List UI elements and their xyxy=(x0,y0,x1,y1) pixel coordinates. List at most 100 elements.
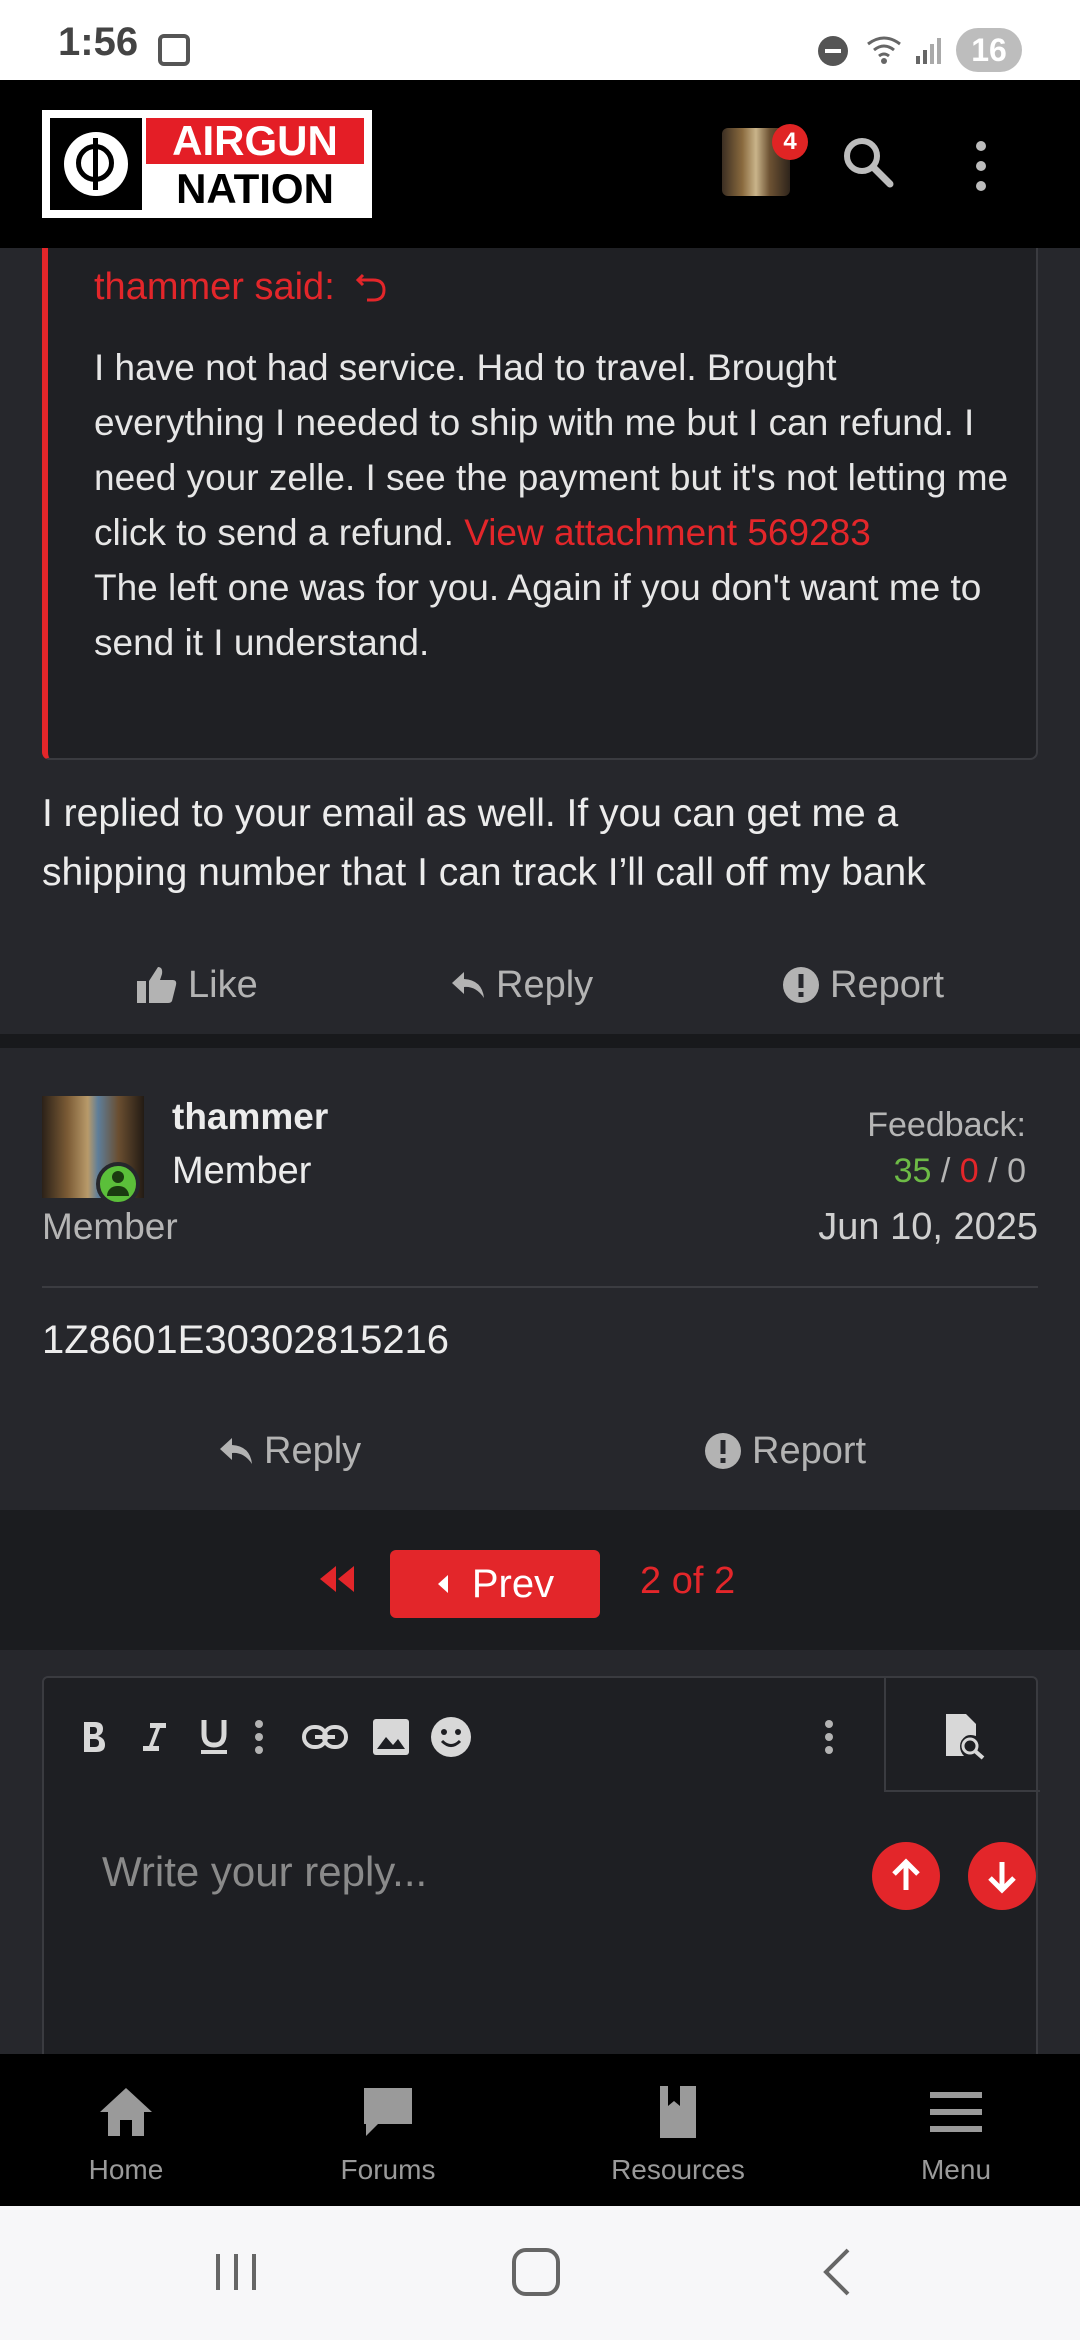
alert-icon xyxy=(705,1433,741,1469)
app-header: AIRGUN NATION 4 xyxy=(0,80,1080,248)
brand-line1: AIRGUN xyxy=(146,118,364,164)
username[interactable]: thammer xyxy=(172,1096,328,1138)
reply-button[interactable]: Reply xyxy=(450,960,593,1010)
nav-home[interactable]: Home xyxy=(26,2054,226,2206)
italic-button[interactable] xyxy=(134,1714,174,1760)
post-separator xyxy=(0,1034,1080,1048)
pagination: Prev 2 of 2 xyxy=(0,1510,1080,1650)
more-vert-icon xyxy=(825,1720,833,1754)
reply-label: Reply xyxy=(264,1429,362,1472)
post-body: I replied to your email as well. If you … xyxy=(42,792,926,894)
post-date[interactable]: Jun 10, 2025 xyxy=(818,1206,1038,1249)
scroll-down-button[interactable] xyxy=(968,1842,1036,1910)
underline-button[interactable] xyxy=(194,1714,234,1760)
notification-badge: 4 xyxy=(772,124,808,160)
do-not-disturb-icon xyxy=(818,36,848,66)
post-actions: Like Reply Report xyxy=(0,938,1080,1028)
report-label: Report xyxy=(830,963,945,1006)
crosshair-icon xyxy=(50,118,142,210)
nav-menu[interactable]: Menu xyxy=(856,2054,1056,2206)
more-format-button[interactable] xyxy=(244,1714,274,1760)
arrow-down-icon xyxy=(988,1862,1016,1894)
post-actions: Reply Report xyxy=(0,1404,1080,1494)
system-navigation-bar xyxy=(0,2206,1080,2340)
back-icon[interactable] xyxy=(810,2242,870,2302)
post: thammer Member Member Feedback: 35 / 0 /… xyxy=(0,1048,1080,1510)
reply-icon xyxy=(220,1438,252,1464)
report-label: Report xyxy=(752,1429,867,1472)
quick-reply: Write your reply... xyxy=(0,1650,1080,2054)
alert-icon xyxy=(783,967,819,1003)
insert-emoji-button[interactable] xyxy=(428,1714,474,1760)
post: thammer said: I have not had service. Ha… xyxy=(0,248,1080,1034)
reply-editor: Write your reply... xyxy=(42,1676,1040,2054)
user-banner: Member xyxy=(42,1206,178,1247)
nav-home-label: Home xyxy=(88,2154,164,2185)
arrow-up-icon xyxy=(892,1858,920,1890)
divider xyxy=(42,1286,1038,1288)
online-status-icon xyxy=(96,1162,140,1206)
quote-text: I have not had service. Had to travel. B… xyxy=(94,340,1014,670)
italic-icon xyxy=(143,1723,166,1751)
link-icon xyxy=(302,1725,348,1749)
battery-indicator: 16 xyxy=(956,28,1022,72)
post-body: 1Z8601E30302815216 xyxy=(42,1318,450,1362)
nav-forums-label: Forums xyxy=(340,2154,436,2185)
home-icon xyxy=(100,2088,152,2136)
more-vert-icon xyxy=(255,1720,263,1754)
smiley-icon xyxy=(431,1717,471,1757)
signal-icon xyxy=(916,38,941,64)
prev-label: Prev xyxy=(471,1561,555,1606)
nav-resources[interactable]: Resources xyxy=(578,2054,778,2206)
report-button[interactable]: Report xyxy=(704,1426,866,1476)
bold-button[interactable] xyxy=(74,1714,114,1760)
nav-resources-label: Resources xyxy=(611,2154,745,2185)
report-button[interactable]: Report xyxy=(782,960,944,1010)
quote-author[interactable]: thammer said: xyxy=(94,266,389,309)
like-button[interactable]: Like xyxy=(136,960,258,1010)
site-logo[interactable]: AIRGUN NATION xyxy=(42,110,372,218)
nav-forums[interactable]: Forums xyxy=(288,2054,488,2206)
quote-body-2: The left one was for you. Again if you d… xyxy=(94,567,982,663)
feedback-label: Feedback: xyxy=(867,1106,1026,1144)
insert-image-button[interactable] xyxy=(368,1714,414,1760)
more-vert-icon[interactable] xyxy=(966,136,996,196)
bold-icon xyxy=(84,1722,105,1752)
screenshot-icon xyxy=(158,34,190,66)
attachment-link[interactable]: View attachment 569283 xyxy=(464,512,871,553)
status-bar: 1:56 16 xyxy=(0,0,1080,80)
preview-button[interactable] xyxy=(884,1678,1040,1792)
first-page-icon[interactable] xyxy=(316,1554,358,1604)
prev-page-button[interactable]: Prev xyxy=(390,1550,600,1618)
reply-button[interactable]: Reply xyxy=(218,1426,361,1476)
thread-content: thammer said: I have not had service. Ha… xyxy=(0,248,1080,2054)
wifi-icon xyxy=(867,36,901,64)
reply-label: Reply xyxy=(496,963,594,1006)
recent-apps-icon[interactable] xyxy=(206,2242,266,2302)
like-label: Like xyxy=(188,963,258,1006)
reply-icon xyxy=(452,972,484,998)
underline-icon xyxy=(201,1720,227,1754)
insert-link-button[interactable] xyxy=(300,1714,350,1760)
feedback-neutral: 0 xyxy=(959,1152,979,1190)
scroll-up-button[interactable] xyxy=(872,1842,940,1910)
feedback-values[interactable]: 35 / 0 / 0 xyxy=(894,1152,1026,1191)
feedback-positive: 35 xyxy=(893,1152,932,1190)
home-button-icon[interactable] xyxy=(506,2242,566,2302)
image-icon xyxy=(373,1719,409,1755)
editor-toolbar xyxy=(44,1678,1040,1792)
jump-to-quote-icon[interactable] xyxy=(355,269,389,303)
page-indicator[interactable]: 2 of 2 xyxy=(640,1560,735,1603)
bottom-navigation: Home Forums Resources Menu xyxy=(0,2054,1080,2206)
thumbs-up-icon xyxy=(137,967,177,1003)
chat-icon xyxy=(364,2088,412,2136)
user-title: Member xyxy=(172,1150,312,1192)
more-options-button[interactable] xyxy=(814,1714,844,1760)
status-time: 1:56 xyxy=(58,20,139,64)
brand-line2: NATION xyxy=(176,165,334,212)
search-icon[interactable] xyxy=(838,132,898,192)
nav-menu-label: Menu xyxy=(920,2154,992,2185)
quote-author-label: thammer said: xyxy=(94,266,335,308)
reply-input[interactable]: Write your reply... xyxy=(102,1848,427,1896)
caret-left-icon xyxy=(437,1575,448,1593)
